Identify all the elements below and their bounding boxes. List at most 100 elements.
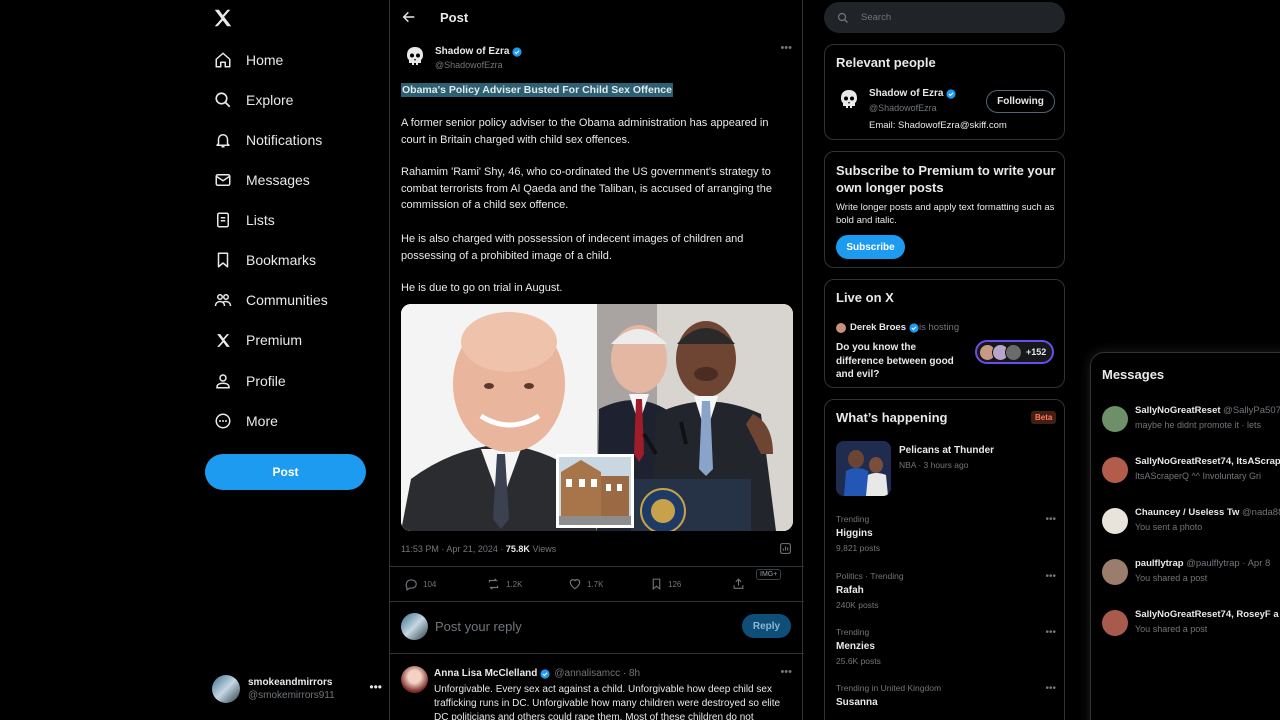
message-preview: maybe he didnt promote it · lets bbox=[1135, 420, 1262, 430]
relevant-name[interactable]: Shadow of Ezra bbox=[869, 88, 943, 99]
account-switcher[interactable]: smokeandmirrors @smokemirrors911 ••• bbox=[212, 672, 382, 706]
people-icon bbox=[212, 289, 234, 311]
envelope-icon bbox=[212, 169, 234, 191]
reply-input[interactable]: Post your reply bbox=[435, 619, 522, 634]
live-card[interactable]: Live on X Derek Broes is hosting Do you … bbox=[824, 279, 1065, 388]
post-button[interactable]: Post bbox=[205, 454, 366, 490]
views-label: Views bbox=[529, 544, 557, 554]
nav-notifications[interactable]: Notifications bbox=[212, 125, 322, 155]
nav-profile[interactable]: Profile bbox=[212, 366, 286, 396]
more-horizontal-icon[interactable]: ••• bbox=[1045, 571, 1056, 582]
card-title: What’s happening bbox=[836, 410, 948, 425]
avatar[interactable] bbox=[401, 666, 428, 693]
heart-icon bbox=[569, 579, 581, 590]
card-title: Live on X bbox=[836, 290, 894, 305]
nav-messages-label: Messages bbox=[246, 172, 310, 188]
comment-author-name[interactable]: Anna Lisa McClelland bbox=[434, 668, 537, 679]
trend-context: Trending in United Kingdom bbox=[836, 683, 942, 693]
messages-title[interactable]: Messages bbox=[1102, 367, 1164, 382]
message-item[interactable]: SallyNoGreatReset74, RoseyF a You shared… bbox=[1102, 607, 1280, 641]
beta-badge: Beta bbox=[1031, 411, 1057, 424]
more-horizontal-icon[interactable]: ••• bbox=[780, 666, 792, 678]
x-logo-icon[interactable] bbox=[212, 7, 234, 29]
nav-notifications-label: Notifications bbox=[246, 132, 323, 148]
trend-item[interactable]: Politics · Trending Rafah 240K posts ••• bbox=[836, 571, 1056, 615]
more-horizontal-icon[interactable]: ••• bbox=[780, 42, 792, 54]
message-item[interactable]: Chauncey / Useless Tw @nada88 You sent a… bbox=[1102, 505, 1280, 539]
nav-more[interactable]: More bbox=[212, 406, 278, 436]
messages-drawer[interactable]: Messages SallyNoGreatReset @SallyPa507 m… bbox=[1090, 352, 1280, 720]
verified-badge-icon bbox=[909, 322, 919, 333]
nav-home-label: Home bbox=[246, 52, 284, 68]
comment-item[interactable]: Anna Lisa McClelland @annalisamcc · 8h •… bbox=[390, 662, 804, 720]
author-handle[interactable]: @ShadowofEzra bbox=[435, 60, 503, 70]
skull-avatar[interactable] bbox=[402, 44, 428, 70]
trend-item[interactable]: Trending in United Kingdom Susanna ••• bbox=[836, 683, 1056, 720]
trend-context: Trending bbox=[836, 627, 870, 637]
post-column: Post Shadow of Ezra @ShadowofEzra ••• Ob… bbox=[389, 0, 804, 720]
like-action[interactable]: 1.7K bbox=[568, 577, 603, 591]
nav-messages[interactable]: Messages bbox=[212, 165, 310, 195]
premium-card: Subscribe to Premium to write your own l… bbox=[824, 151, 1065, 268]
reply-button[interactable]: Reply bbox=[742, 614, 791, 638]
post-paragraph: He is also charged with possession of in… bbox=[401, 233, 744, 262]
post-timestamp[interactable]: 11:53 PM · Apr 21, 2024 · bbox=[401, 544, 506, 554]
live-host: Derek Broes is hosting bbox=[836, 322, 959, 333]
nav-premium[interactable]: Premium bbox=[212, 325, 302, 355]
message-handle: @SallyPa507 bbox=[1220, 405, 1280, 416]
live-listeners[interactable]: +152 bbox=[975, 340, 1054, 364]
avatar bbox=[1102, 610, 1128, 636]
nav-communities[interactable]: Communities bbox=[212, 285, 328, 315]
share-action[interactable] bbox=[732, 577, 750, 591]
repost-icon bbox=[488, 578, 499, 590]
verified-badge-icon bbox=[540, 668, 550, 679]
relevant-handle[interactable]: @ShadowofEzra bbox=[869, 103, 937, 113]
reply-action[interactable]: 104 bbox=[404, 577, 436, 591]
bookmark-action[interactable]: 126 bbox=[650, 577, 681, 591]
nav-lists[interactable]: Lists bbox=[212, 205, 275, 235]
relevant-people-card: Relevant people Shadow of Ezra @Shadowof… bbox=[824, 44, 1065, 140]
comment-icon bbox=[405, 579, 417, 591]
nav-explore[interactable]: Explore bbox=[212, 85, 293, 115]
analytics-icon[interactable] bbox=[779, 542, 792, 555]
message-handle: @nada88 bbox=[1239, 507, 1280, 518]
search-input[interactable]: Search bbox=[824, 2, 1065, 33]
verified-badge-icon bbox=[946, 88, 957, 99]
event-title[interactable]: Pelicans at Thunder bbox=[899, 445, 994, 456]
message-item[interactable]: SallyNoGreatReset74, ItsAScrap ItsAScrap… bbox=[1102, 454, 1280, 488]
img-plus-badge[interactable]: IMG+ bbox=[756, 569, 782, 580]
message-item[interactable]: SallyNoGreatReset @SallyPa507 maybe he d… bbox=[1102, 403, 1280, 437]
message-preview: ItsAScraperQ ^^ Involuntary Gri bbox=[1135, 471, 1261, 481]
author-name[interactable]: Shadow of Ezra bbox=[435, 46, 509, 57]
avatar bbox=[1102, 457, 1128, 483]
account-name: smokeandmirrors bbox=[248, 677, 333, 688]
more-horizontal-icon[interactable]: ••• bbox=[1045, 683, 1056, 694]
message-item[interactable]: paulflytrap @paulflytrap · Apr 8 You sha… bbox=[1102, 556, 1280, 590]
following-button[interactable]: Following bbox=[986, 90, 1055, 113]
more-horizontal-icon[interactable]: ••• bbox=[1045, 514, 1056, 525]
reply-count: 104 bbox=[423, 579, 437, 589]
nav-bookmarks[interactable]: Bookmarks bbox=[212, 245, 316, 275]
author-name-row[interactable]: Shadow of Ezra bbox=[435, 46, 523, 57]
avatar bbox=[1005, 343, 1022, 361]
subscribe-button[interactable]: Subscribe bbox=[836, 235, 905, 259]
comment-author-handle[interactable]: @annalisamcc · 8h bbox=[554, 668, 640, 679]
skull-avatar[interactable] bbox=[836, 87, 862, 113]
nav-home[interactable]: Home bbox=[212, 45, 283, 75]
avatar bbox=[212, 675, 240, 703]
post-image[interactable] bbox=[401, 304, 793, 531]
message-sender: Chauncey / Useless Tw bbox=[1135, 507, 1240, 518]
search-icon bbox=[212, 89, 234, 111]
relevant-name-row[interactable]: Shadow of Ezra bbox=[869, 88, 957, 99]
more-horizontal-icon[interactable]: ••• bbox=[1045, 627, 1056, 638]
event-image[interactable] bbox=[836, 441, 891, 496]
back-arrow-icon[interactable] bbox=[401, 9, 417, 25]
message-sender: paulflytrap bbox=[1135, 558, 1184, 569]
trend-name: Higgins bbox=[836, 528, 873, 539]
trend-item[interactable]: Trending Higgins 9,821 posts ••• bbox=[836, 514, 1056, 558]
avatar bbox=[401, 613, 428, 640]
repost-action[interactable]: 1.2K bbox=[486, 577, 522, 591]
more-horizontal-icon[interactable]: ••• bbox=[369, 680, 382, 694]
trend-item[interactable]: Trending Menzies 25.6K posts ••• bbox=[836, 627, 1056, 671]
trend-context: Politics · Trending bbox=[836, 571, 904, 581]
